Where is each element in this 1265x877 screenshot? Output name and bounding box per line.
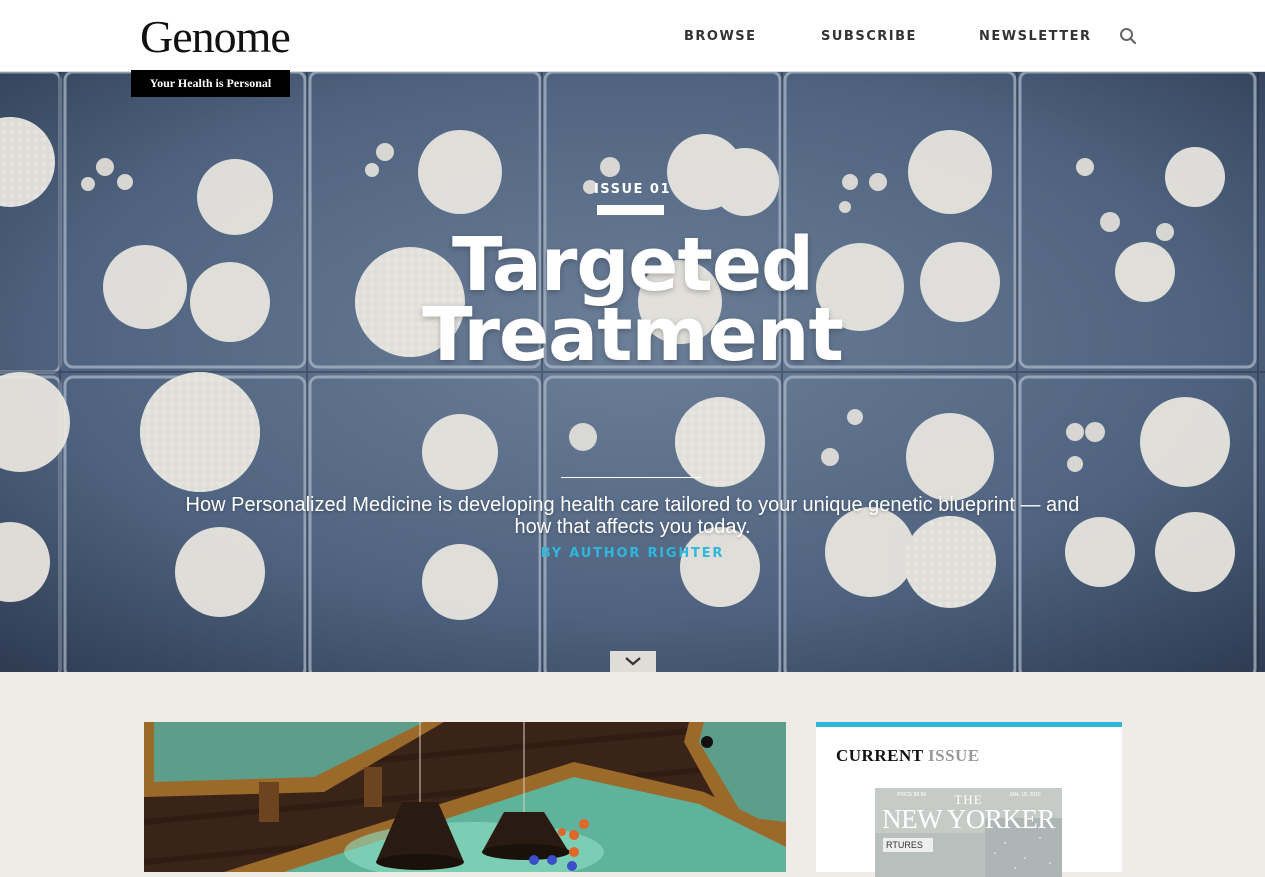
hero-title: Targeted Treatment — [0, 222, 1265, 378]
hero-divider — [561, 477, 701, 478]
feature-article-image[interactable] — [144, 722, 786, 872]
issue-label: ISSUE 01 — [593, 182, 672, 197]
current-issue-label: CURRENT — [836, 746, 924, 765]
cover-sign-text: RTURES — [883, 838, 933, 852]
current-issue-card: CURRENT ISSUE PRICE $8.99 THE JAN. 18, 2… — [816, 722, 1122, 877]
site-header: Genome BROWSE SUBSCRIBE NEWSLETTER — [0, 0, 1265, 72]
hero-banner: ISSUE 01 Targeted Treatment How Personal… — [0, 72, 1265, 672]
cover-date: JAN. 18, 2016 — [1009, 792, 1041, 798]
scroll-down-button[interactable] — [610, 651, 656, 672]
site-logo[interactable]: Genome — [140, 12, 291, 62]
search-icon[interactable] — [1119, 27, 1137, 45]
nav-subscribe-link[interactable]: SUBSCRIBE — [821, 29, 917, 44]
chevron-down-icon — [625, 657, 641, 666]
magazine-cover[interactable]: PRICE $8.99 THE JAN. 18, 2016 NEW YORKER… — [875, 788, 1062, 877]
hero-title-line-1: Targeted — [451, 222, 814, 308]
billiards-illustration — [144, 722, 786, 872]
cover-masthead: NEW YORKER — [882, 804, 1055, 834]
author-byline[interactable]: BY AUTHOR RIGHTER — [0, 546, 1265, 561]
hero-title-line-2: Treatment — [422, 292, 844, 378]
nav-newsletter-link[interactable]: NEWSLETTER — [979, 29, 1092, 44]
site-tagline: Your Health is Personal — [131, 70, 290, 97]
issue-underline — [597, 205, 664, 215]
current-issue-heading: CURRENT ISSUE — [836, 746, 980, 766]
issue-label-secondary: ISSUE — [928, 746, 980, 765]
hero-subtitle: How Personalized Medicine is developing … — [185, 494, 1080, 538]
nav-browse-link[interactable]: BROWSE — [684, 29, 757, 44]
